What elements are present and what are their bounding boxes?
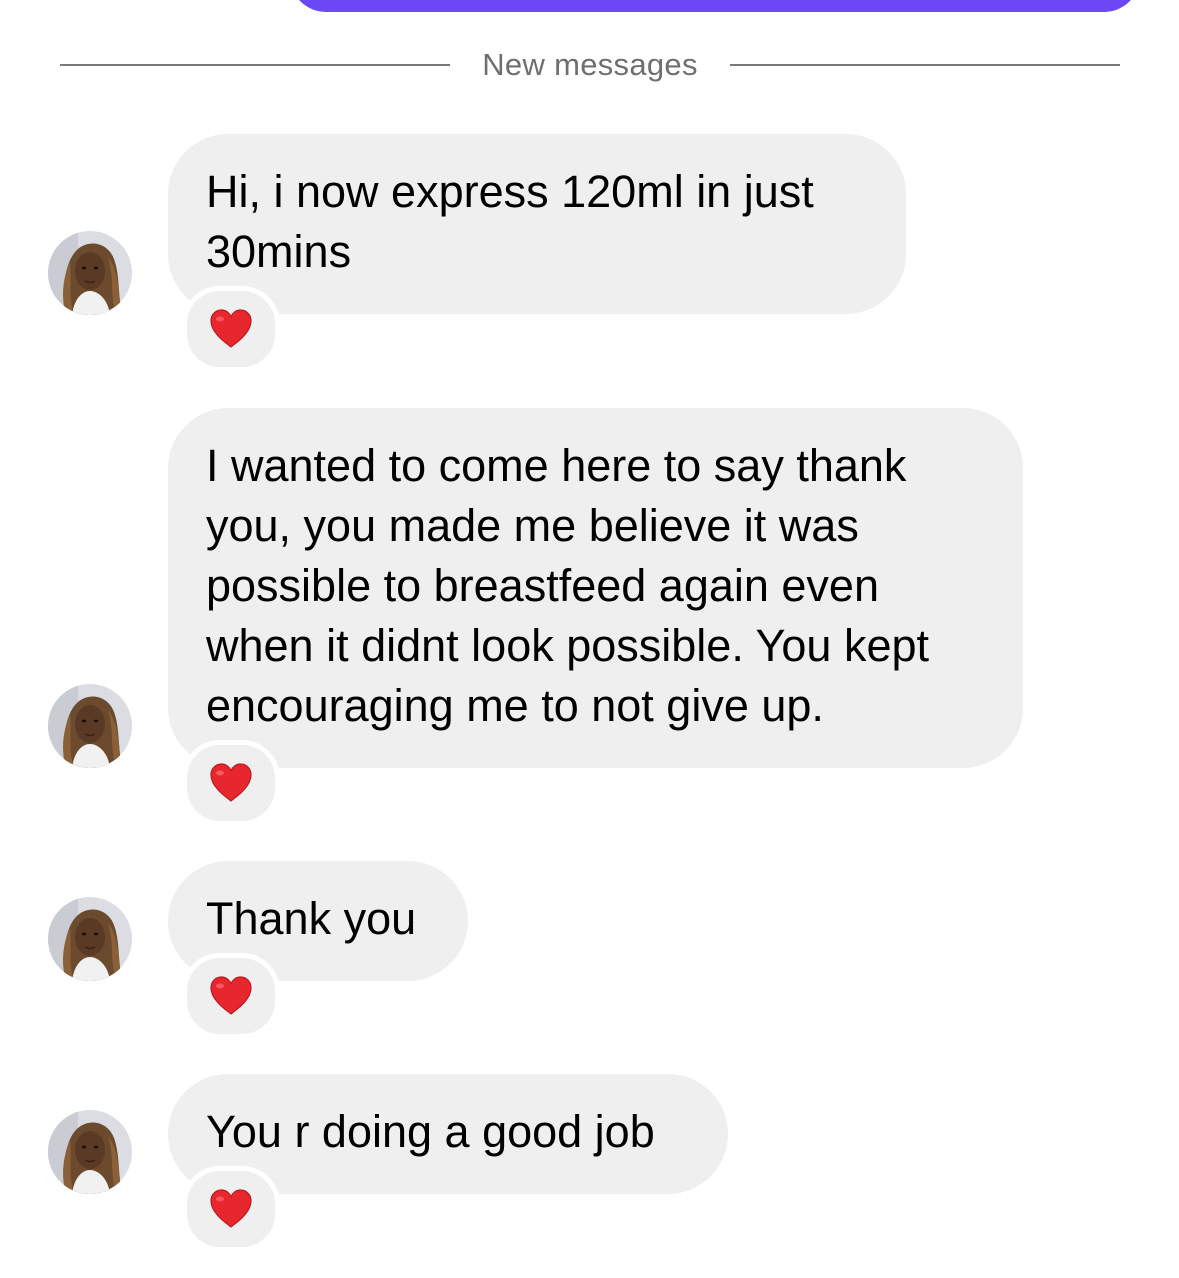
red-heart-icon	[210, 763, 252, 802]
message-row: Thank you	[0, 861, 1179, 1041]
sender-avatar[interactable]	[48, 684, 132, 768]
new-messages-label: New messages	[482, 47, 698, 82]
message-text: Thank you	[206, 893, 417, 944]
new-messages-divider: New messages	[60, 40, 1121, 90]
heart-reaction[interactable]	[182, 1166, 280, 1252]
profile-photo-icon	[48, 684, 132, 768]
message-text: I wanted to come here to say thank you, …	[206, 440, 930, 731]
message-text: You r doing a good job	[206, 1106, 655, 1157]
profile-photo-icon	[48, 231, 132, 315]
heart-reaction[interactable]	[182, 286, 280, 372]
message-row: You r doing a good job	[0, 1074, 1179, 1254]
profile-photo-icon	[48, 1110, 132, 1194]
heart-reaction[interactable]	[182, 953, 280, 1039]
message-bubble[interactable]: I wanted to come here to say thank you, …	[168, 408, 1023, 768]
sender-avatar[interactable]	[48, 1110, 132, 1194]
red-heart-icon	[210, 1189, 252, 1228]
red-heart-icon	[210, 976, 252, 1015]
profile-photo-icon	[48, 897, 132, 981]
divider-line-right	[729, 64, 1121, 66]
red-heart-icon	[210, 309, 252, 348]
message-bubble[interactable]: Hi, i now express 120ml in just 30mins	[168, 134, 906, 314]
message-row: Hi, i now express 120ml in just 30mins	[0, 134, 1179, 372]
message-row: I wanted to come here to say thank you, …	[0, 408, 1179, 828]
divider-line-left	[60, 64, 451, 66]
sent-message-bubble-edge[interactable]	[290, 0, 1140, 12]
sender-avatar[interactable]	[48, 231, 132, 315]
sender-avatar[interactable]	[48, 897, 132, 981]
heart-reaction[interactable]	[182, 740, 280, 826]
message-text: Hi, i now express 120ml in just 30mins	[206, 166, 814, 277]
